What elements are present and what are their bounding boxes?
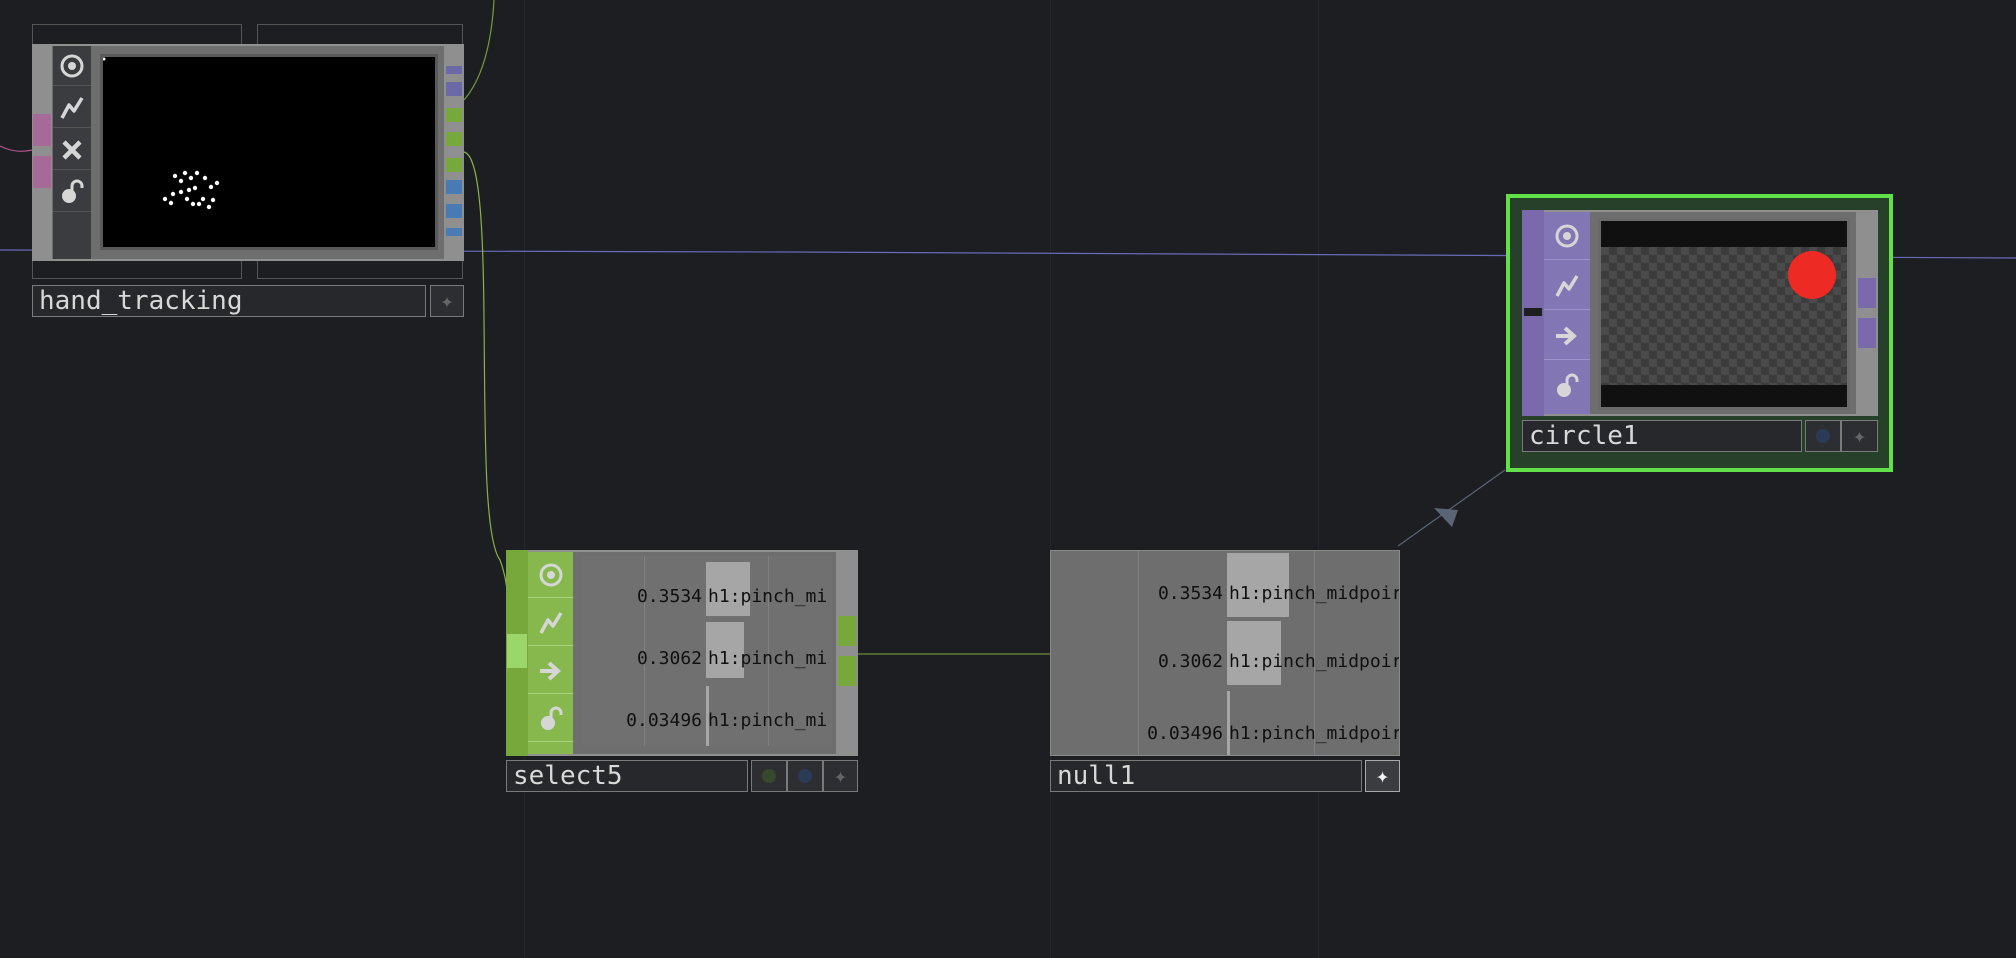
target-icon[interactable] [1544,212,1590,260]
channel-viewer[interactable]: 0.3534 h1:pinch_midpoir 0.3062 h1:pinch_… [1050,550,1400,756]
lock-icon[interactable] [528,696,573,742]
output-strip [1856,210,1878,416]
output-connector[interactable] [838,616,856,646]
top-tab [257,24,463,46]
output-connector[interactable] [446,108,462,122]
circle-viewer[interactable] [1598,218,1850,410]
viewer-toggle-button[interactable]: ✦ [823,760,858,792]
output-strip [836,550,858,756]
output-connector[interactable] [446,228,462,236]
target-icon[interactable] [528,552,573,598]
output-connector[interactable] [446,180,462,194]
channel-value: 0.3062 [636,648,702,669]
channel-row: 0.3062 h1:pinch_mi [582,618,832,678]
node-name[interactable]: circle1 [1522,420,1802,452]
input-connector[interactable] [33,114,51,146]
lightning-icon[interactable] [1544,262,1590,310]
dot-icon [1816,429,1830,443]
channel-name: h1:pinch_midpoir [1229,583,1400,604]
channel-value: 0.03496 [1147,723,1223,744]
circle-shape [1788,251,1836,299]
star-icon: ✦ [440,288,454,314]
lock-icon[interactable] [1544,362,1590,410]
output-connector[interactable] [1858,318,1876,348]
node-name[interactable]: select5 [506,760,748,792]
output-connector[interactable] [446,158,462,172]
top-tab [32,24,242,46]
channel-value: 0.3062 [1157,651,1223,672]
viewer-toggle-button[interactable]: ✦ [1365,760,1400,792]
arrow-right-icon[interactable] [1544,312,1590,360]
channel-name: h1:pinch_midpoir [1229,723,1400,744]
channel-name: h1:pinch_midpoir [1229,651,1400,672]
pink-wire[interactable] [0,145,33,152]
lock-icon[interactable] [53,172,91,212]
icon-column [1544,212,1590,414]
input-connector[interactable] [33,156,51,188]
input-strip [32,44,52,261]
output-connector[interactable] [838,656,856,686]
star-icon: ✦ [833,763,848,789]
star-icon: ✦ [1852,423,1867,449]
channel-row: 0.3534 h1:pinch_mi [582,556,832,616]
channel-row: 0.03496 h1:pinch_mi [582,680,832,746]
output-connector[interactable] [446,204,462,218]
display-flag-button[interactable] [787,760,823,792]
chop-wire-top[interactable] [463,0,495,101]
lightning-icon[interactable] [53,88,91,128]
output-connector[interactable] [1858,278,1876,308]
output-connector[interactable] [446,66,462,74]
channel-value: 0.3534 [1157,583,1223,604]
bottom-tab [257,261,463,279]
bypass-flag-button[interactable] [751,760,787,792]
export-wire[interactable] [1397,469,1506,547]
node-name[interactable]: hand_tracking [32,285,426,317]
channel-row: 0.3534 h1:pinch_midpoir [1051,551,1399,617]
chop-wire-select5-in[interactable] [463,151,510,653]
close-icon[interactable] [53,130,91,170]
display-flag-button[interactable] [1805,420,1841,452]
star-icon: ✦ [1375,763,1390,789]
channel-name: h1:pinch_mi [708,710,828,731]
node-name[interactable]: null1 [1050,760,1362,792]
lightning-icon[interactable] [528,600,573,646]
target-icon[interactable] [53,46,91,86]
viewer-toggle-button[interactable]: ✦ [1841,420,1878,452]
bottom-tab [32,261,242,279]
channel-viewer[interactable]: 0.3534 h1:pinch_mi 0.3062 h1:pinch_mi 0.… [582,556,832,746]
arrow-right-icon[interactable] [528,648,573,694]
viewer-toggle-button[interactable]: ✦ [430,285,464,317]
channel-row: 0.03496 h1:pinch_midpoir [1051,687,1400,755]
input-connector[interactable] [507,634,527,668]
icon-column [528,552,573,754]
channel-row: 0.3062 h1:pinch_midpoir [1051,619,1399,685]
icon-column [53,46,91,259]
output-connector[interactable] [446,82,462,96]
dot-icon [798,769,812,783]
top-viewer[interactable] [100,54,438,250]
output-connector[interactable] [446,132,462,146]
input-gap [1524,308,1542,316]
channel-value: 0.3534 [636,586,702,607]
channel-name: h1:pinch_mi [708,586,828,607]
dot-icon [762,769,776,783]
tracking-points [103,57,220,210]
channel-value: 0.03496 [626,710,702,731]
channel-name: h1:pinch_mi [708,648,828,669]
